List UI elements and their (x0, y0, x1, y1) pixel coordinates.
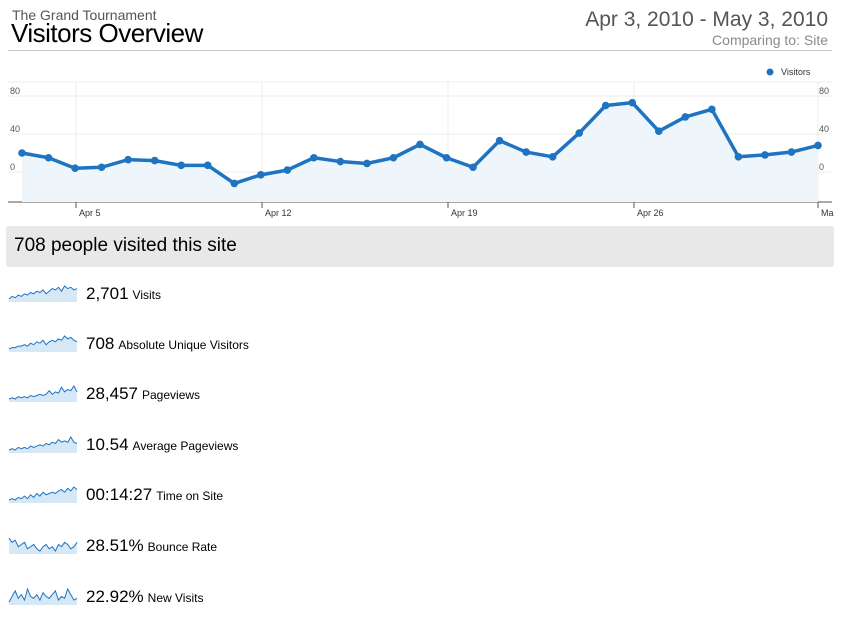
metric-value: 28,457 (86, 384, 138, 403)
unique-visitors-sparkline (8, 335, 78, 352)
data-point[interactable] (389, 153, 398, 162)
data-point[interactable] (761, 151, 769, 159)
y-tick-label: 40 (10, 124, 20, 134)
summary-bar: 708 people visited this site (6, 226, 834, 267)
metric-value-block: 00:14:27 Time on Site (86, 485, 223, 505)
data-point[interactable] (18, 149, 26, 157)
data-point[interactable] (363, 159, 371, 168)
data-point[interactable] (124, 155, 132, 164)
x-tick-label: Apr 26 (637, 208, 664, 218)
sparkline-area (9, 437, 77, 453)
x-tick-label: Apr 5 (79, 208, 101, 218)
legend-marker-icon (766, 68, 774, 76)
y-tick-label: 0 (10, 162, 15, 172)
metric-value: 708 (86, 334, 115, 353)
data-point[interactable] (230, 179, 239, 188)
metric-label-link[interactable]: Bounce Rate (148, 540, 217, 554)
page-title: Visitors Overview (11, 18, 203, 48)
metric-value: 10.54 (86, 435, 129, 454)
average-pageviews-sparkline (8, 436, 78, 453)
time-on-site-sparkline (8, 486, 78, 503)
data-point[interactable] (150, 156, 159, 165)
metric-value-block: 22.92% New Visits (86, 587, 203, 607)
data-point[interactable] (708, 105, 716, 114)
visitors-chart[interactable]: 0 0 40 40 80 80 Apr 5 Apr 12 Apr 19 Apr 26 Ma Vis… (0, 60, 850, 220)
y-tick-label-right: 80 (819, 86, 829, 96)
y-tick-label-right: 0 (819, 162, 824, 172)
data-point[interactable] (655, 127, 663, 135)
metric-value: 22.92% (86, 587, 144, 606)
metric-value: 00:14:27 (86, 485, 153, 504)
bounce-rate-sparkline (8, 537, 78, 554)
data-point[interactable] (44, 153, 53, 162)
data-point[interactable] (575, 129, 583, 137)
metric-label-link[interactable]: Absolute Unique Visitors (118, 338, 249, 352)
data-point[interactable] (71, 164, 79, 172)
data-point[interactable] (548, 153, 557, 161)
metric-value-block: 28.51% Bounce Rate (86, 536, 217, 556)
data-point[interactable] (495, 136, 504, 145)
data-point[interactable] (681, 113, 690, 121)
comparison-label[interactable]: Comparing to: Site (712, 32, 828, 48)
sparkline-area (9, 386, 77, 402)
visits-sparkline (8, 285, 78, 302)
data-point[interactable] (310, 153, 318, 162)
data-point[interactable] (522, 148, 530, 156)
data-point[interactable] (734, 153, 743, 161)
data-point[interactable] (814, 141, 822, 150)
legend-label: Visitors (781, 67, 811, 77)
metric-value-block: 28,457 Pageviews (86, 384, 200, 404)
data-point[interactable] (787, 148, 796, 156)
data-point[interactable] (601, 101, 610, 110)
data-point[interactable] (416, 140, 424, 149)
data-point[interactable] (177, 161, 185, 170)
date-range[interactable]: Apr 3, 2010 - May 3, 2010 (585, 8, 828, 32)
x-tick-label: Apr 19 (451, 208, 478, 218)
data-point[interactable] (442, 153, 451, 162)
data-point[interactable] (97, 163, 106, 172)
data-point[interactable] (203, 161, 212, 170)
metric-value-block: 708 Absolute Unique Visitors (86, 334, 249, 354)
header-divider (8, 50, 832, 51)
pageviews-sparkline (8, 385, 78, 402)
visitors-area (22, 102, 818, 202)
summary-text: 708 people visited this site (14, 235, 237, 256)
y-tick-label: 80 (10, 86, 20, 96)
new-visits-sparkline (8, 587, 78, 605)
y-tick-label-right: 40 (819, 124, 829, 134)
metric-label-link[interactable]: Visits (133, 288, 161, 302)
data-point[interactable] (469, 163, 477, 172)
metric-value: 28.51% (86, 536, 144, 555)
data-point[interactable] (283, 166, 292, 174)
chart-legend[interactable]: Visitors (766, 67, 811, 77)
x-tick-label: Ma (821, 208, 834, 218)
metric-label-link[interactable]: Average Pageviews (133, 439, 239, 453)
x-tick-label: Apr 12 (265, 208, 292, 218)
metric-label-link[interactable]: Time on Site (156, 489, 223, 503)
data-point[interactable] (257, 171, 265, 179)
metric-label-link[interactable]: New Visits (148, 591, 204, 605)
data-point[interactable] (336, 157, 345, 166)
metric-value-block: 10.54 Average Pageviews (86, 435, 238, 455)
metric-label-link[interactable]: Pageviews (142, 388, 200, 402)
metric-value-block: 2,701 Visits (86, 284, 161, 304)
metric-value: 2,701 (86, 284, 129, 303)
data-point[interactable] (628, 98, 637, 107)
x-axis-labels: Apr 5 Apr 12 Apr 19 Apr 26 Ma (79, 208, 834, 218)
